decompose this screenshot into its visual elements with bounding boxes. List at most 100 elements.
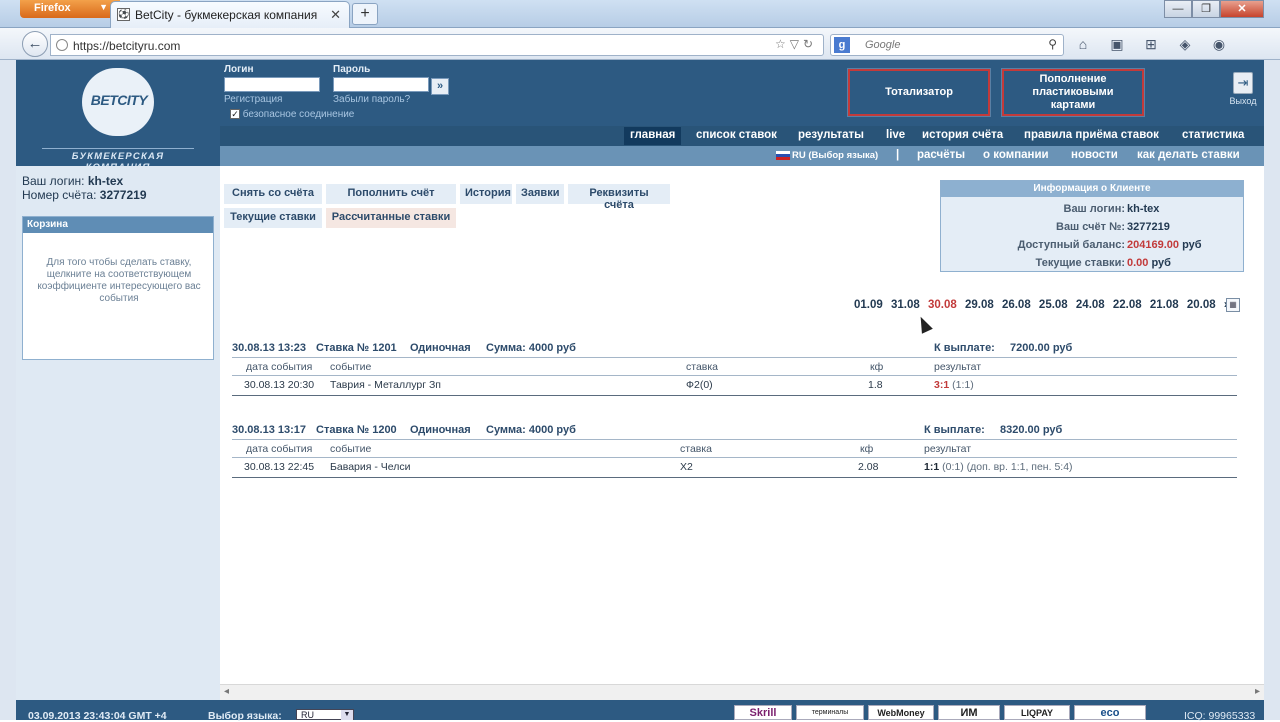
date-link-current[interactable]: 30.08 bbox=[928, 299, 957, 311]
login-input[interactable] bbox=[224, 77, 320, 92]
payment-skrill-logo[interactable]: Skrill bbox=[734, 705, 792, 720]
pocket-icon[interactable]: ◈ bbox=[1174, 36, 1196, 53]
back-arrow-icon[interactable]: ← bbox=[22, 31, 48, 57]
browser-toolbar: ⌂ ▣ ⊞ ◈ ◉ bbox=[1072, 36, 1242, 53]
secure-label: безопасное соединение bbox=[242, 109, 355, 120]
address-bar[interactable]: https://betcityru.com ☆▽↻ bbox=[50, 34, 824, 56]
cards-topup-button[interactable]: Пополнение пластиковыми картами bbox=[1001, 68, 1145, 117]
col-event: событие bbox=[330, 443, 372, 455]
payment-terminals-logo[interactable]: терминалы bbox=[796, 705, 864, 720]
horizontal-scrollbar[interactable]: ◂ ▸ bbox=[220, 684, 1264, 700]
forgot-password-link[interactable]: Забыли пароль? bbox=[333, 94, 410, 105]
browser-tab-betcity[interactable]: ⚽ BetCity - букмекерская компания ✕ bbox=[110, 1, 350, 28]
col-event: событие bbox=[330, 361, 372, 373]
client-login-value: kh-tex bbox=[1127, 203, 1160, 215]
home-icon[interactable]: ⌂ bbox=[1072, 36, 1094, 52]
menu-item-about[interactable]: о компании bbox=[983, 149, 1049, 161]
date-link[interactable]: 01.09 bbox=[854, 299, 883, 311]
login-label: Логин bbox=[224, 64, 254, 75]
register-link[interactable]: Регистрация bbox=[224, 94, 282, 105]
bookmark-star-icon[interactable]: ☆▽↻ bbox=[775, 37, 817, 51]
date-link[interactable]: 25.08 bbox=[1039, 299, 1068, 311]
downloads-icon[interactable]: ⊞ bbox=[1140, 36, 1162, 53]
date-link[interactable]: 26.08 bbox=[1002, 299, 1031, 311]
date-link[interactable]: 22.08 bbox=[1113, 299, 1142, 311]
logo[interactable]: BETCITY БУКМЕКЕРСКАЯ КОМПАНИЯ bbox=[16, 60, 220, 173]
basket-title: Корзина bbox=[23, 217, 213, 233]
menu-item-settlements[interactable]: расчёты bbox=[917, 149, 965, 161]
menu-item-results[interactable]: результаты bbox=[798, 129, 864, 141]
new-tab-button[interactable]: + bbox=[352, 3, 378, 25]
minimize-button[interactable]: — bbox=[1164, 0, 1192, 18]
bet-block: 30.08.13 13:23 Ставка № 1201 Одиночная С… bbox=[232, 342, 1237, 396]
favicon-icon: ⚽ bbox=[117, 8, 130, 21]
menu-item-how-to-bet[interactable]: как делать ставки bbox=[1137, 149, 1240, 161]
coef-value: 1.8 bbox=[868, 379, 883, 391]
secure-checkbox[interactable]: ✓ bbox=[230, 109, 240, 120]
basket-message: Для того чтобы сделать ставку, щелкните … bbox=[37, 257, 201, 304]
close-tab-icon[interactable]: ✕ bbox=[330, 7, 341, 23]
date-link[interactable]: 21.08 bbox=[1150, 299, 1179, 311]
event-date: 30.08.13 20:30 bbox=[244, 379, 315, 391]
scroll-right-icon[interactable]: ▸ bbox=[1255, 686, 1260, 697]
client-current-bets-label: Текущие ставки: bbox=[1035, 257, 1125, 269]
tab-history[interactable]: История bbox=[460, 184, 512, 204]
language-selector[interactable]: RU (Выбор языка) bbox=[776, 150, 878, 161]
search-placeholder: Google bbox=[865, 39, 901, 51]
payment-liqpay-logo[interactable]: LIQPAY bbox=[1004, 705, 1070, 720]
search-icon[interactable]: ⚲ bbox=[1048, 37, 1057, 51]
login-submit-button[interactable]: » bbox=[431, 78, 449, 95]
date-link[interactable]: 24.08 bbox=[1076, 299, 1105, 311]
tab-requests[interactable]: Заявки bbox=[516, 184, 564, 204]
password-input[interactable] bbox=[333, 77, 429, 92]
maximize-button[interactable]: ❐ bbox=[1192, 0, 1220, 18]
bet-number: Ставка № 1200 bbox=[316, 424, 397, 436]
close-window-button[interactable]: ✕ bbox=[1220, 0, 1264, 18]
result-detail: (0:1) (доп. вр. 1:1, пен. 5:4) bbox=[942, 461, 1073, 473]
payment-webmoney-logo[interactable]: WebMoney bbox=[868, 705, 934, 720]
client-info-title: Информация о Клиенте bbox=[941, 181, 1243, 197]
firefox-menu-label: Firefox bbox=[34, 2, 71, 14]
exit-button[interactable]: ⇥ Выход bbox=[1226, 72, 1260, 106]
search-field[interactable]: g Google ⚲ bbox=[830, 34, 1064, 56]
primary-menu: главная список ставок результаты live ис… bbox=[220, 126, 1264, 146]
totalizator-button[interactable]: Тотализатор bbox=[847, 68, 991, 117]
result-value: 1:1 (0:1) (доп. вр. 1:1, пен. 5:4) bbox=[924, 461, 1073, 473]
tab-withdraw[interactable]: Снять со счёта bbox=[224, 184, 322, 204]
browser-bottom-left bbox=[0, 700, 16, 720]
event-name: Таврия - Металлург Зп bbox=[330, 379, 441, 391]
menu-item-account-history[interactable]: история счёта bbox=[922, 129, 1003, 141]
ru-flag-icon bbox=[776, 150, 790, 160]
main-content: Снять со счёта Пополнить счёт История За… bbox=[220, 166, 1264, 700]
menu-item-betting-rules[interactable]: правила приёма ставок bbox=[1024, 129, 1159, 141]
tab-settled-bets[interactable]: Рассчитанные ставки bbox=[326, 208, 456, 228]
menu-item-news[interactable]: новости bbox=[1071, 149, 1118, 161]
tab-current-bets[interactable]: Текущие ставки bbox=[224, 208, 322, 228]
col-coef: кф bbox=[860, 443, 874, 455]
menu-item-home[interactable]: главная bbox=[624, 127, 682, 145]
scroll-left-icon[interactable]: ◂ bbox=[224, 686, 229, 697]
footer-language-select[interactable]: RU ▼ bbox=[296, 709, 354, 720]
bookmarks-icon[interactable]: ▣ bbox=[1106, 36, 1128, 53]
payment-im-logo[interactable]: ИМ bbox=[938, 705, 1000, 720]
date-link[interactable]: 31.08 bbox=[891, 299, 920, 311]
menu-item-bet-list[interactable]: список ставок bbox=[696, 129, 777, 141]
payout-value: 8320.00 руб bbox=[1000, 424, 1063, 436]
bet-kind: Одиночная bbox=[410, 424, 471, 436]
menu-item-live[interactable]: live bbox=[886, 129, 905, 141]
payment-eco-logo[interactable]: eco bbox=[1074, 705, 1146, 720]
col-result: результат bbox=[934, 361, 982, 373]
addon-icon[interactable]: ◉ bbox=[1208, 36, 1230, 53]
bet-header: 30.08.13 13:17 Ставка № 1200 Одиночная С… bbox=[232, 424, 1237, 440]
firefox-menu-button[interactable]: Firefox ▼ bbox=[20, 0, 120, 18]
bet-columns: дата события событие ставка кф результат bbox=[232, 358, 1237, 376]
menu-item-statistics[interactable]: статистика bbox=[1182, 129, 1244, 141]
tab-deposit[interactable]: Пополнить счёт bbox=[326, 184, 456, 204]
tab-account-details[interactable]: Реквизиты счёта bbox=[568, 184, 670, 211]
date-link[interactable]: 29.08 bbox=[965, 299, 994, 311]
calendar-icon[interactable]: ▦ bbox=[1226, 298, 1240, 312]
client-account-label: Ваш счёт №: bbox=[1056, 221, 1125, 233]
date-link[interactable]: 20.08 bbox=[1187, 299, 1216, 311]
logo-text: BETCITY bbox=[90, 92, 148, 108]
google-engine-icon[interactable]: g bbox=[834, 37, 850, 53]
